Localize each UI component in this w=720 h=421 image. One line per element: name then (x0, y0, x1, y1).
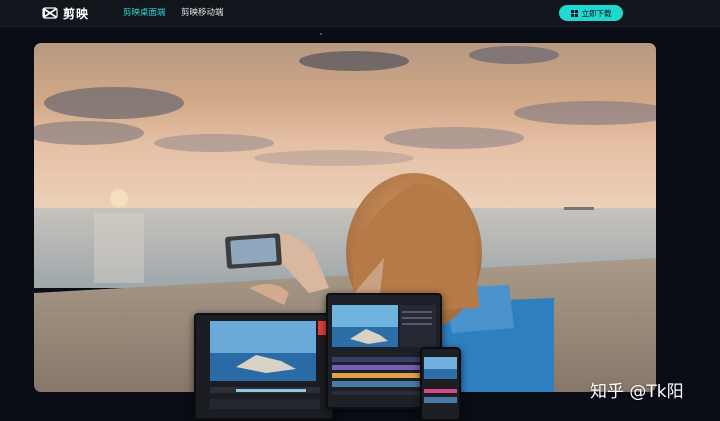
nav-link-mobile[interactable]: 剪映移动端 (181, 7, 224, 19)
capcut-logo[interactable]: 剪映 (42, 4, 89, 22)
windows-icon (570, 9, 578, 17)
capcut-logo-icon (42, 7, 58, 19)
watermark-text: 知乎 @Tk阳 (590, 382, 684, 402)
logo-text: 剪映 (63, 6, 90, 21)
download-button-label: 立即下载 (581, 8, 612, 18)
phone-screen (422, 349, 459, 419)
tablet-screen (196, 315, 332, 418)
nav-link-desktop[interactable]: 剪映桌面端 (123, 7, 166, 19)
top-navbar: 剪映 剪映桌面端 剪映移动端 立即下载 (0, 0, 720, 27)
tablet-mockup (194, 313, 334, 420)
phone-mockup (420, 347, 461, 421)
download-button[interactable]: 立即下载 (559, 5, 623, 21)
carousel-dot[interactable] (320, 33, 322, 35)
